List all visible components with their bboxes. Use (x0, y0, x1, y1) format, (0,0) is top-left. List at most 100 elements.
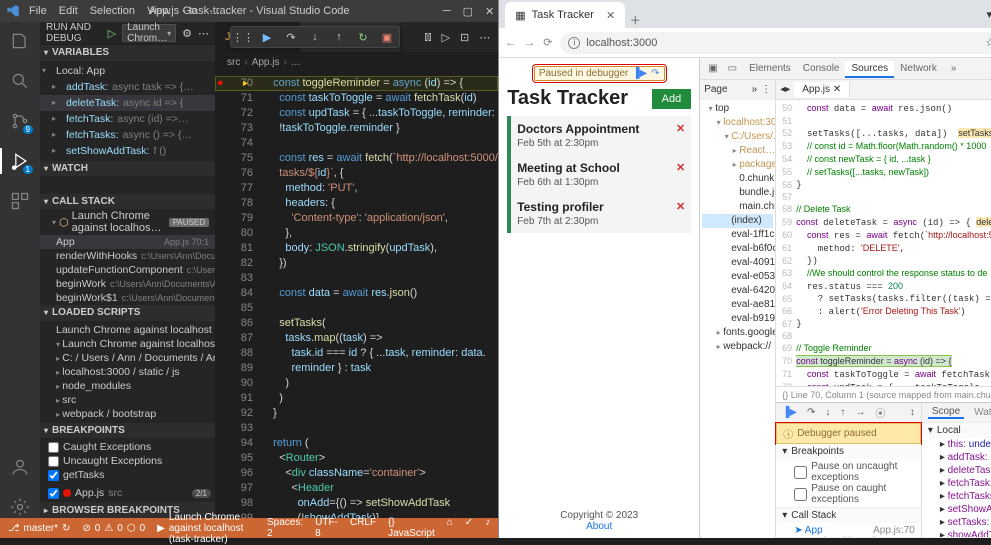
scm-icon[interactable]: 9 (9, 110, 31, 132)
scope-variable[interactable]: ▸ deleteTask: async id => {…} (922, 464, 991, 477)
vscode-menu[interactable]: FileEditSelectionViewGo… (24, 3, 225, 19)
restart-icon[interactable]: ↻ (355, 29, 371, 45)
breakpoint-item[interactable]: getTasks (40, 468, 215, 482)
loaded-script[interactable]: ▸ localhost:3000 / static / js (40, 365, 215, 379)
breakpoints-section[interactable]: ▾ Breakpoints (776, 444, 921, 459)
callstack-header[interactable]: ▾CALL STACK (40, 194, 215, 210)
back-icon[interactable]: ← (505, 37, 516, 49)
settings-gear-icon[interactable] (9, 496, 31, 518)
tree-node[interactable]: ▸fonts.googleapis… (702, 326, 773, 340)
tree-node[interactable]: ▸package (702, 158, 773, 172)
variable-item[interactable]: ▸setShowAddTask: f () (40, 143, 215, 159)
loaded-script[interactable]: Launch Chrome against localhost (40, 323, 215, 337)
dt-callstack-frame[interactable]: ➤ AppApp.js:70 (794, 525, 915, 536)
inspect-icon[interactable]: ▣ (704, 63, 721, 74)
devtools-tab-console[interactable]: Console (797, 61, 846, 76)
tree-node[interactable]: ▾C:/Users/… (702, 130, 773, 144)
loaded-script[interactable]: ▾ Launch Chrome against localhost: Task … (40, 337, 215, 351)
devtools-tab-network[interactable]: Network (894, 61, 943, 76)
resume-icon[interactable]: ▐▶ (632, 68, 647, 79)
task-item[interactable]: Testing profilerFeb 7th at 2:30pm✕ (507, 194, 691, 233)
step-over-icon[interactable]: ↷ (283, 29, 299, 45)
tree-node[interactable]: eval-642040 (702, 284, 773, 298)
scope-variable[interactable]: ▸ this: undefined (922, 438, 991, 451)
window-controls[interactable]: ─▢✕ (443, 5, 494, 18)
tree-node[interactable]: eval-b919e4 (702, 312, 773, 326)
reload-icon[interactable]: ⟳ (543, 36, 552, 49)
add-button[interactable]: Add (652, 89, 692, 109)
scope-variable[interactable]: ▸ fetchTasks: async () => {… (922, 490, 991, 503)
scope-variable[interactable]: ▸ setShowAddTask: f () (922, 503, 991, 516)
delete-task-icon[interactable]: ✕ (676, 161, 685, 174)
breakpoint-item[interactable]: Uncaught Exceptions (40, 454, 215, 468)
site-info-icon[interactable]: i (568, 37, 580, 49)
tree-node[interactable]: (index) (702, 214, 773, 228)
explorer-icon[interactable] (9, 30, 31, 52)
status-bar[interactable]: ⎇master*↻ ⊘ 0 ⚠ 0 ⬡ 0 ▶ Launch Chrome ag… (0, 518, 498, 538)
watch-header[interactable]: ▾WATCH (40, 161, 215, 177)
breadcrumb[interactable]: src›App.js›… (215, 52, 498, 72)
scope-variable[interactable]: ▸ showAddTask: true (922, 529, 991, 538)
loaded-script[interactable]: ▸ node_modules (40, 379, 215, 393)
delete-task-icon[interactable]: ✕ (676, 122, 685, 135)
variables-header[interactable]: ▾VARIABLES (40, 45, 215, 61)
scope-variable[interactable]: ▸ addTask: async task => {…} (922, 451, 991, 464)
gear-icon[interactable]: ⚙ (182, 27, 192, 40)
task-item[interactable]: Doctors AppointmentFeb 5th at 2:30pm✕ (507, 116, 691, 155)
drag-handle-icon[interactable]: ⋮⋮ (235, 29, 251, 45)
scope-variable[interactable]: ▸ setTasks: f () (922, 516, 991, 529)
debug-controls[interactable]: ▐▶↷↓↑→⦿↕ (776, 403, 921, 423)
tree-node[interactable]: ▸webpack:// (702, 340, 773, 354)
tree-node[interactable]: 0.chunk.js (702, 172, 773, 186)
variable-item[interactable]: ▸fetchTask: async (id) =>… (40, 111, 215, 127)
forward-icon[interactable]: → (524, 37, 535, 49)
tree-node[interactable]: main.chun… (702, 200, 773, 214)
loaded-script[interactable]: ▸ src (40, 393, 215, 407)
editor-toolbar[interactable]: ⫾⫾▷⊡⋯ (416, 22, 498, 52)
continue-icon[interactable]: ▶ (259, 29, 275, 45)
step-icon[interactable]: ↷ (651, 68, 659, 79)
about-link[interactable]: About (586, 521, 612, 532)
launch-config-picker[interactable]: Launch Chrom… ▾ (122, 24, 176, 42)
close-tab-icon[interactable]: ✕ (606, 9, 615, 22)
tree-node[interactable]: eval-1ff1c23 (702, 228, 773, 242)
more-icon[interactable]: ⋯ (198, 27, 209, 40)
step-out-icon[interactable]: ↑ (331, 29, 347, 45)
loaded-script[interactable]: ▸ C: / Users / Ann / Documents / Anna / … (40, 351, 215, 365)
device-icon[interactable]: ▭ (724, 63, 741, 74)
callstack-frame[interactable]: beginWork$1c:\Users\Ann\Document… (40, 291, 215, 305)
stop-icon[interactable]: ▣ (379, 29, 395, 45)
tree-node[interactable]: eval-ae81e6 (702, 298, 773, 312)
loaded-script[interactable]: ▸ webpack / bootstrap (40, 407, 215, 421)
task-item[interactable]: Meeting at SchoolFeb 6th at 1:30pm✕ (507, 155, 691, 194)
browser-tab[interactable]: ▦ Task Tracker ✕ (505, 2, 625, 28)
variable-item[interactable]: ▸deleteTask: async id => { (40, 95, 215, 111)
devtools-tab-elements[interactable]: Elements (743, 61, 797, 76)
search-icon[interactable] (9, 70, 31, 92)
callstack-section[interactable]: ▾ Call Stack (776, 508, 921, 523)
menu-file[interactable]: File (24, 3, 52, 19)
menu-view[interactable]: View (142, 3, 176, 19)
devtools-code-tab[interactable]: App.js ✕ (794, 82, 850, 97)
tree-node[interactable]: bundle.js (702, 186, 773, 200)
tree-node[interactable]: eval-b6f0c46 (702, 242, 773, 256)
scope-local[interactable]: ▾ Local (922, 423, 991, 438)
menu-selection[interactable]: Selection (85, 3, 140, 19)
menu-…[interactable]: … (204, 3, 225, 19)
tree-node[interactable]: eval-4091c3 (702, 256, 773, 270)
new-tab-button[interactable]: ＋ (625, 12, 645, 28)
account-icon[interactable] (9, 456, 31, 478)
window-controls[interactable]: ▾─▢✕ (977, 8, 991, 21)
callstack-frame[interactable]: renderWithHooksc:\Users\Ann\Docum… (40, 249, 215, 263)
callstack-thread[interactable]: ▾ ⬡ Launch Chrome against localhos… PAUS… (40, 209, 215, 235)
variable-item[interactable]: ▸addTask: async task => {… (40, 79, 215, 95)
debug-toolbar[interactable]: ⋮⋮ ▶ ↷ ↓ ↑ ↻ ▣ (230, 26, 400, 48)
step-into-icon[interactable]: ↓ (307, 29, 323, 45)
breakpoint-file-row[interactable]: App.js src 2/1 (40, 486, 215, 500)
menu-go[interactable]: Go (178, 3, 203, 19)
code-editor[interactable]: ▸ ●7071727374757677787980818283848586878… (215, 72, 498, 518)
debug-icon[interactable]: 1 (9, 150, 31, 172)
variable-item[interactable]: ▸fetchTasks: async () => {… (40, 127, 215, 143)
loaded-scripts-header[interactable]: ▾LOADED SCRIPTS (40, 305, 215, 321)
devtools-tab-sources[interactable]: Sources (845, 61, 894, 78)
